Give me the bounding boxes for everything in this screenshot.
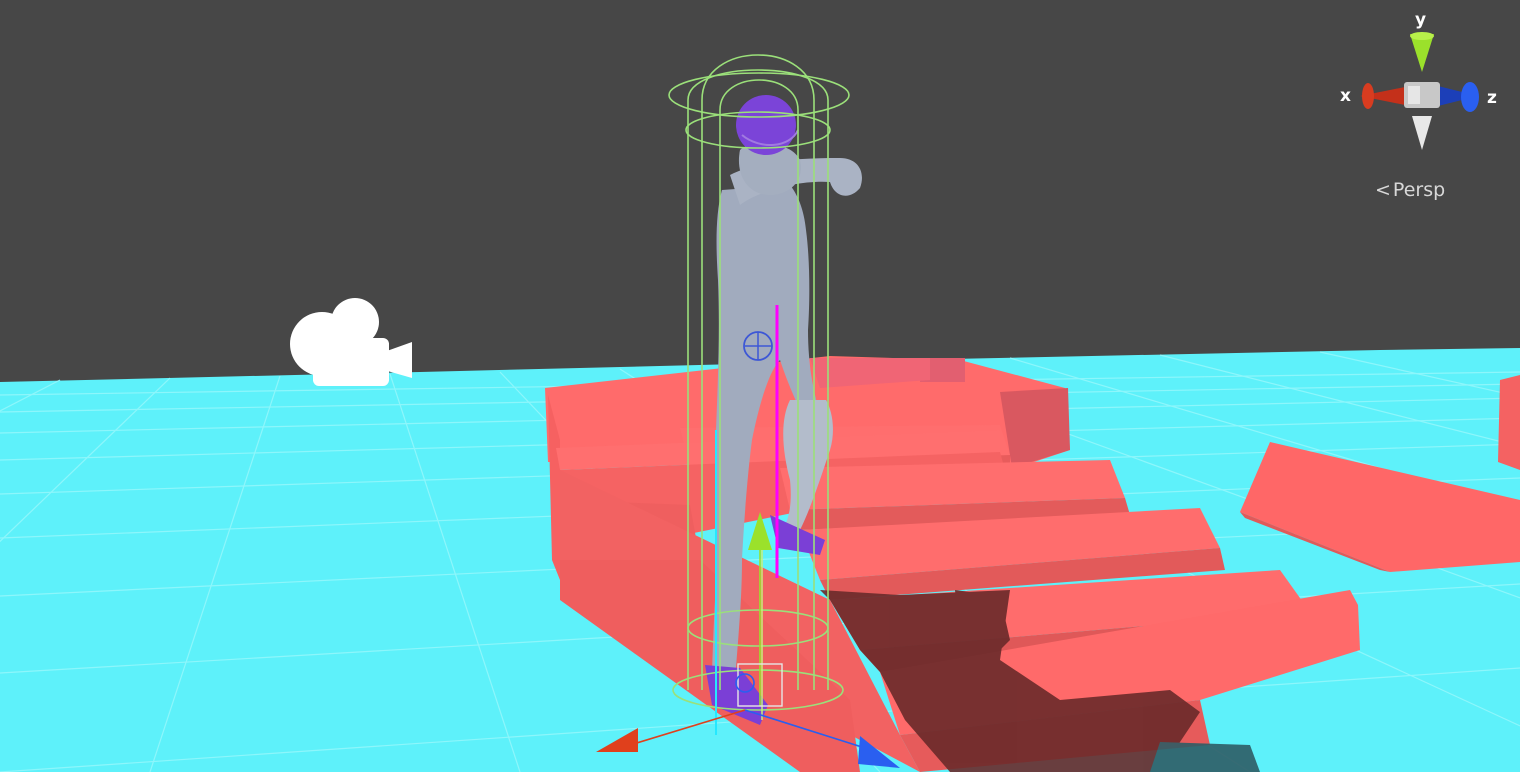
gizmo-y-label[interactable]: y <box>1415 12 1426 29</box>
projection-label: Persp <box>1392 179 1446 201</box>
gizmo-z-label[interactable]: z <box>1487 90 1497 107</box>
chevron-left-icon: < <box>1375 179 1391 201</box>
projection-toggle[interactable]: < Persp <box>1375 181 1445 200</box>
scene-render <box>0 0 1520 772</box>
gizmo-x-label[interactable]: x <box>1340 88 1351 105</box>
scene-viewport[interactable]: y x z < Persp <box>0 0 1520 772</box>
